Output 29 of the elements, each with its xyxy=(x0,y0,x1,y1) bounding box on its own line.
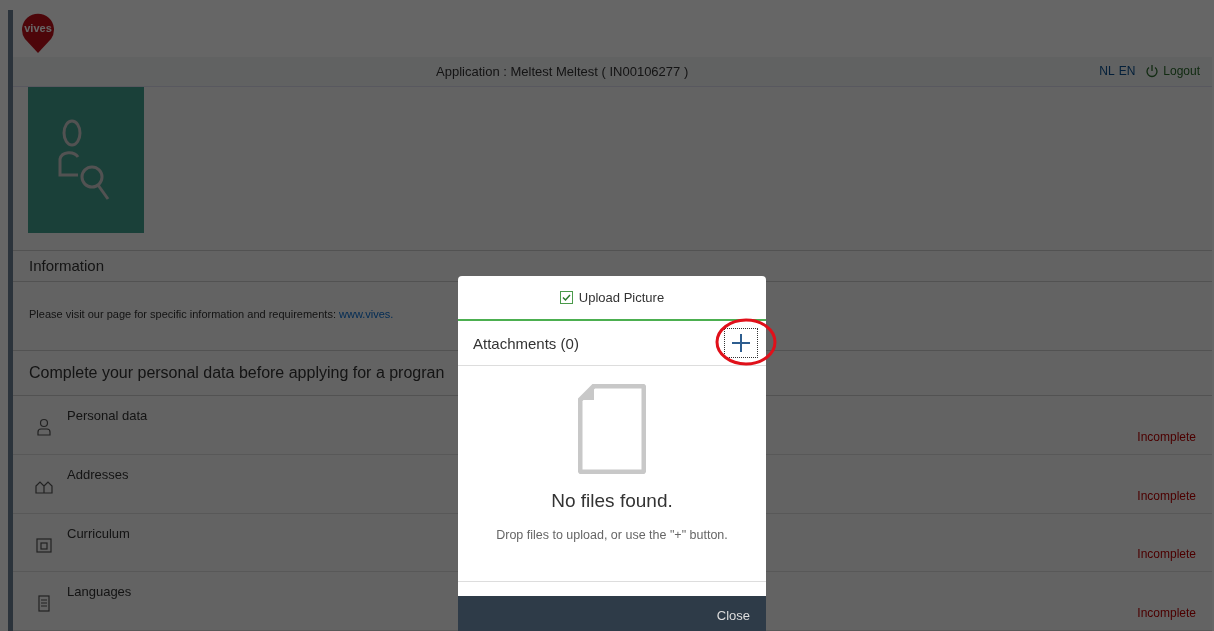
attachments-title: Attachments (0) xyxy=(473,334,579,352)
power-icon xyxy=(1145,64,1160,79)
dialog-title: Upload Picture xyxy=(578,290,665,305)
empty-title: No files found. xyxy=(551,490,673,512)
document-icon xyxy=(578,384,646,474)
row-label: Languages xyxy=(67,584,132,601)
information-text: Please visit our page for specific information and requirements: www.vives. xyxy=(29,307,394,320)
row-label: Personal data xyxy=(67,408,148,425)
row-label: Curriculum xyxy=(67,525,130,542)
close-button[interactable]: Close xyxy=(716,608,750,623)
application-title: Application : Meltest Meltest ( IN00106277 ) xyxy=(435,63,690,79)
document-icon xyxy=(35,594,53,613)
website-link[interactable]: www.vives. xyxy=(339,307,394,320)
plus-icon xyxy=(731,333,751,353)
person-icon xyxy=(35,418,53,437)
status-text: Incomplete xyxy=(1137,488,1196,503)
logout-link[interactable]: Logout xyxy=(1145,64,1200,79)
folder-icon xyxy=(35,535,53,554)
row-label: Addresses xyxy=(67,466,129,483)
status-text: Incomplete xyxy=(1137,547,1196,562)
status-text: Incomplete xyxy=(1137,605,1196,620)
language-link[interactable]: EN xyxy=(1118,64,1136,79)
language-link[interactable]: NL xyxy=(1099,64,1115,79)
section-title: Complete your personal data before applying for a progran xyxy=(29,364,445,383)
empty-hint: Drop files to upload, or use the "+" button. xyxy=(496,528,728,542)
logo: vives xyxy=(21,13,55,54)
status-text: Incomplete xyxy=(1137,429,1196,444)
add-button[interactable] xyxy=(724,328,758,358)
section-title: Information xyxy=(29,257,105,275)
